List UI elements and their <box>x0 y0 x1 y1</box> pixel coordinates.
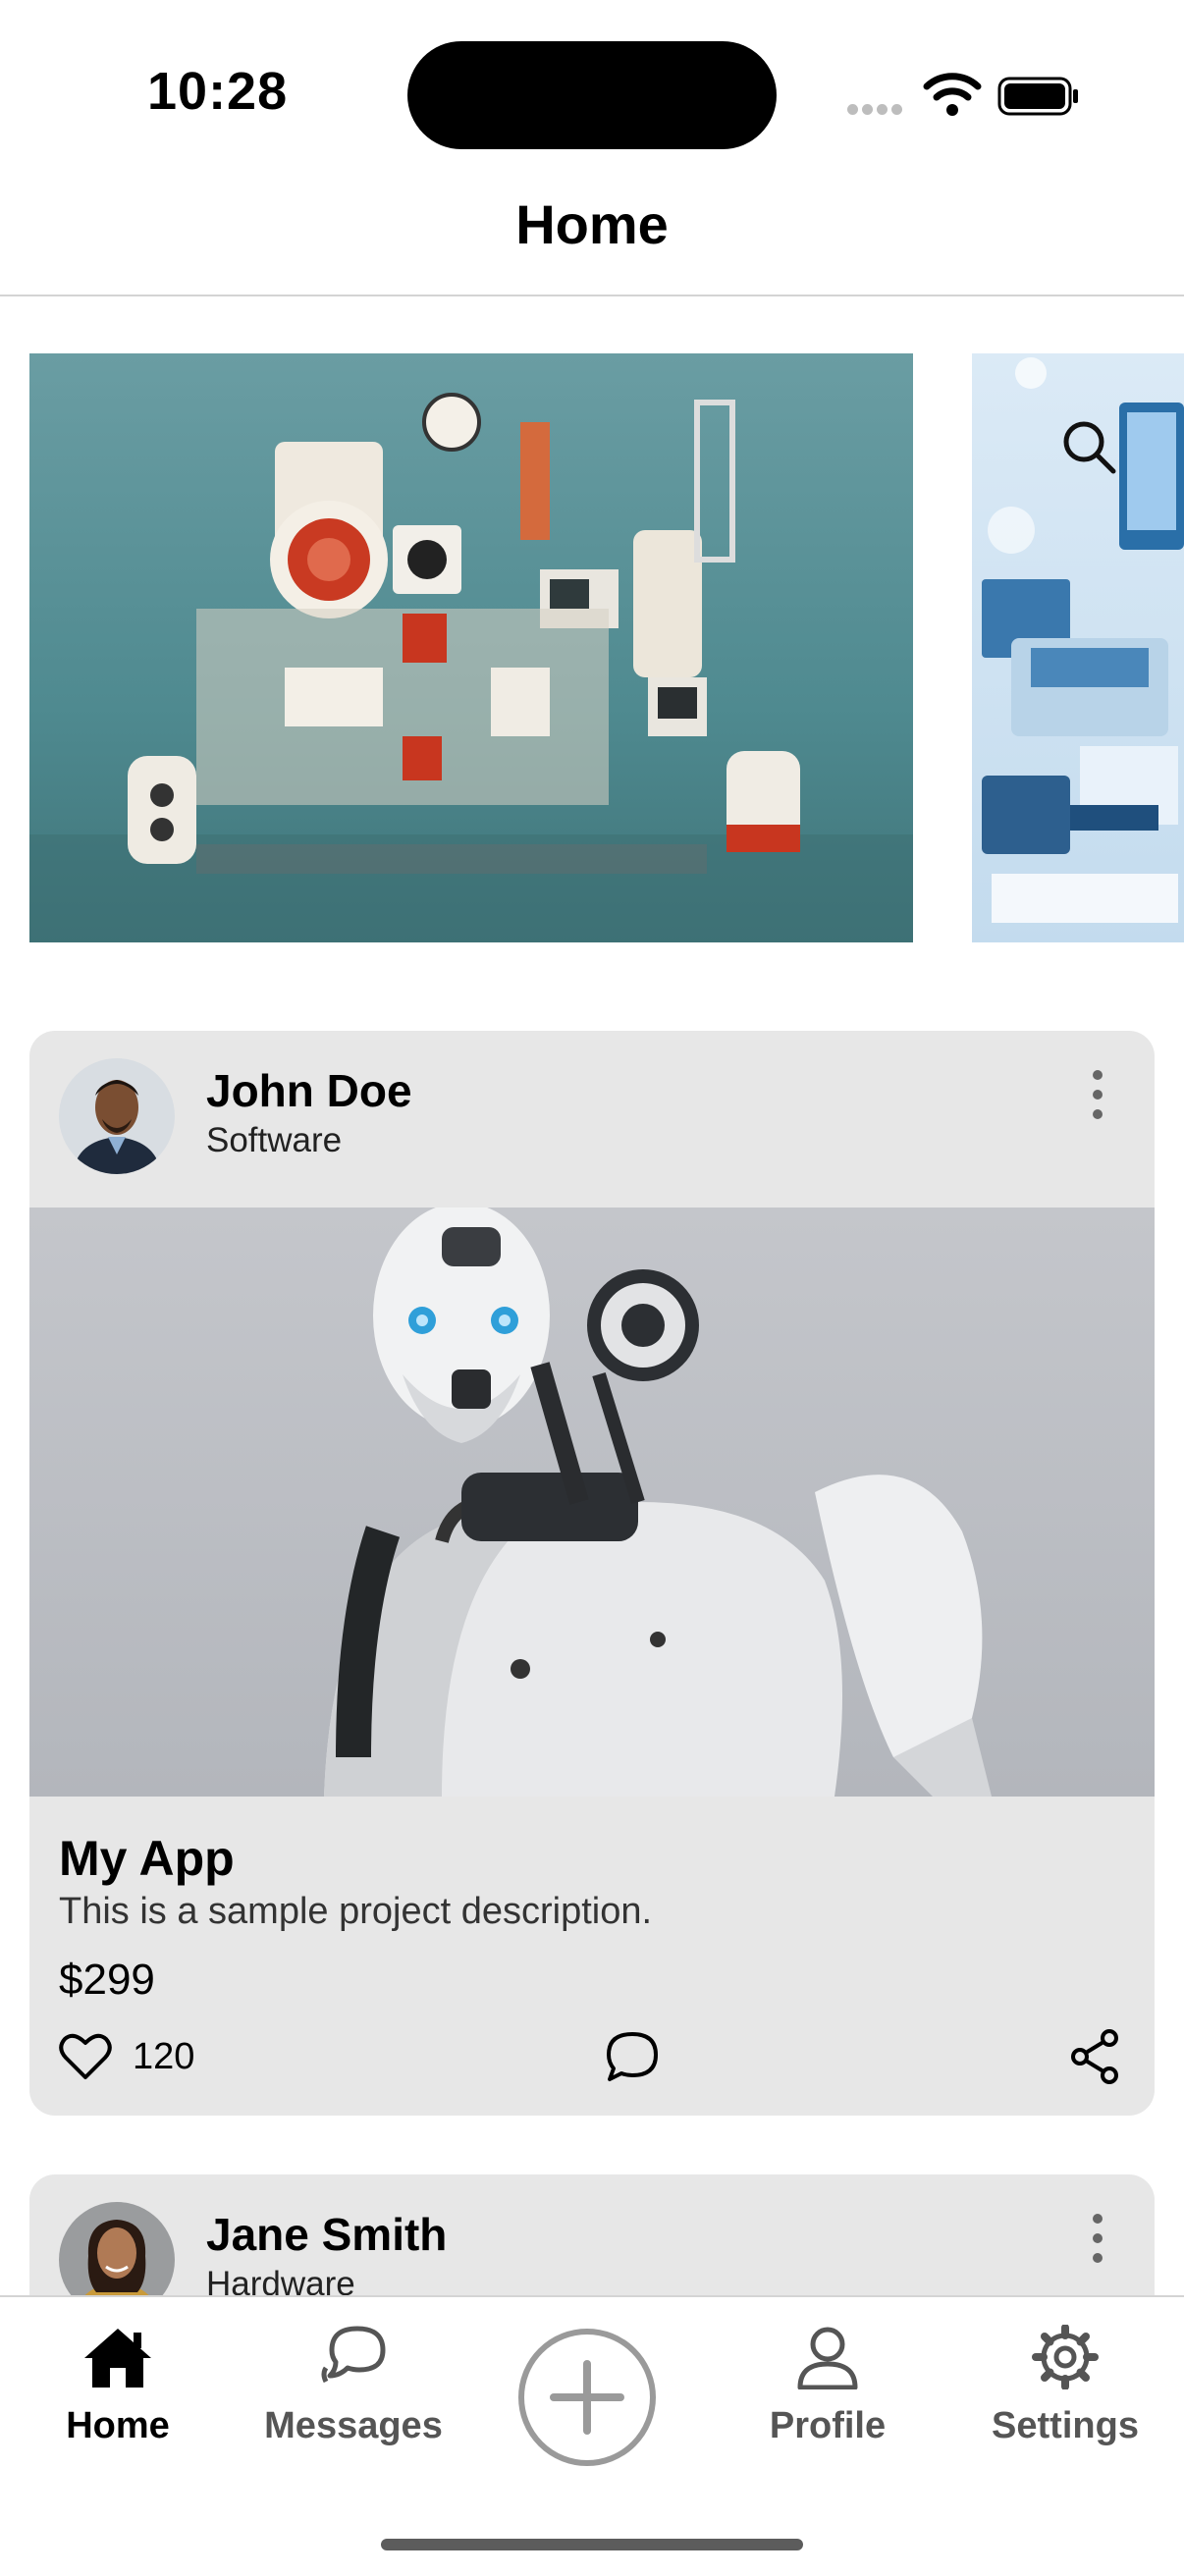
tab-bar: Home Messages Profile Settings <box>0 2295 1184 2576</box>
wifi-icon <box>923 73 982 116</box>
electronics-collage-image[interactable] <box>29 353 913 942</box>
heart-icon[interactable] <box>59 2032 112 2081</box>
author-category: Software <box>206 1121 343 1159</box>
battery-icon <box>997 77 1078 116</box>
share-icon[interactable] <box>1068 2028 1121 2085</box>
post-card[interactable]: John Doe Software My App This is a sampl… <box>29 1031 1155 2116</box>
tab-profile-label: Profile <box>769 2405 887 2446</box>
project-title[interactable]: My App <box>59 1830 235 1887</box>
messages-icon <box>321 2326 386 2384</box>
status-time: 10:28 <box>147 62 289 121</box>
add-button[interactable] <box>518 2329 656 2466</box>
search-icon <box>1063 421 1116 474</box>
page-title: Home <box>515 193 669 255</box>
tab-home[interactable]: Home <box>10 2325 226 2447</box>
tab-profile[interactable]: Profile <box>720 2325 936 2447</box>
nav-divider <box>0 295 1184 296</box>
tab-messages[interactable]: Messages <box>245 2325 461 2447</box>
comment-icon[interactable] <box>604 2028 661 2085</box>
author-name[interactable]: Jane Smith <box>206 2208 447 2261</box>
gear-icon <box>1032 2325 1099 2389</box>
project-description: This is a sample project description. <box>59 1891 653 1932</box>
project-price: $299 <box>59 1956 155 2004</box>
tab-settings-label: Settings <box>992 2405 1139 2446</box>
author-name[interactable]: John Doe <box>206 1064 412 1117</box>
more-options-icon[interactable] <box>1090 1070 1105 1125</box>
tab-home-label: Home <box>66 2405 170 2446</box>
tab-messages-label: Messages <box>264 2405 443 2446</box>
like-count: 120 <box>133 2036 195 2077</box>
home-indicator[interactable] <box>381 2539 803 2550</box>
more-options-icon[interactable] <box>1090 2214 1105 2269</box>
tab-settings[interactable]: Settings <box>957 2325 1173 2447</box>
avatar[interactable] <box>59 1058 175 1174</box>
person-icon <box>797 2327 858 2389</box>
plus-icon <box>550 2360 624 2435</box>
technology-illustration-image[interactable] <box>972 353 1184 942</box>
house-icon <box>84 2329 151 2388</box>
cellular-signal-icon <box>847 102 908 116</box>
project-image[interactable] <box>29 1208 1155 1797</box>
dynamic-island <box>407 41 777 149</box>
